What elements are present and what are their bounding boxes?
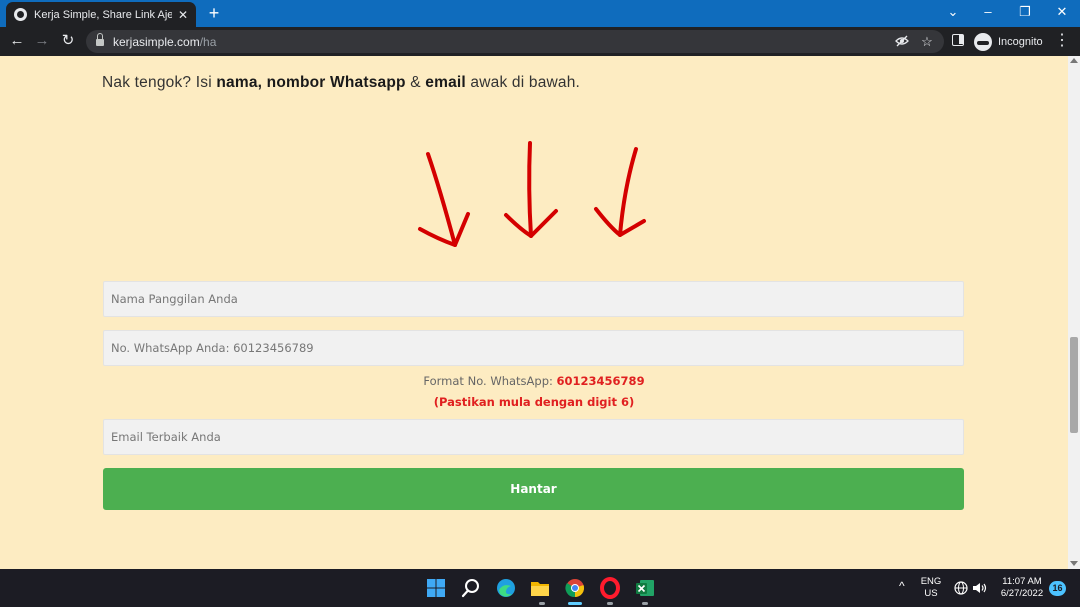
scroll-thumb[interactable] bbox=[1070, 337, 1078, 433]
browser-menu-icon[interactable]: ⋮ bbox=[1054, 30, 1070, 52]
format-label: Format No. WhatsApp: bbox=[423, 374, 557, 388]
url-host: kerjasimple.com bbox=[113, 34, 200, 49]
restore-button[interactable]: ❐ bbox=[1007, 0, 1043, 27]
scroll-down-arrow-icon[interactable] bbox=[1070, 561, 1078, 566]
file-explorer-icon[interactable] bbox=[529, 577, 551, 599]
tracking-protection-eye-icon[interactable] bbox=[894, 34, 910, 50]
search-icon[interactable] bbox=[460, 577, 482, 599]
new-tab-button[interactable]: + bbox=[204, 3, 224, 23]
intro-suffix: awak di bawah. bbox=[465, 74, 581, 91]
close-tab-icon[interactable]: ✕ bbox=[178, 8, 188, 22]
language-indicator[interactable]: ENG US bbox=[918, 576, 944, 600]
bookmark-star-icon[interactable]: ☆ bbox=[919, 34, 935, 50]
keyboard-region: US bbox=[924, 588, 938, 599]
clock[interactable]: 11:07 AM 6/27/2022 bbox=[994, 576, 1050, 600]
email-input[interactable] bbox=[103, 419, 964, 455]
reload-button[interactable]: ↻ bbox=[57, 30, 79, 52]
intro-ampersand: & bbox=[405, 74, 426, 91]
browser-toolbar: ← → ↻ kerjasimple.com/ha ☆ Incognito ⋮ bbox=[0, 27, 1080, 56]
incognito-label: Incognito bbox=[998, 35, 1043, 48]
language-code: ENG bbox=[920, 576, 942, 587]
format-note: (Pastikan mula dengan digit 6) bbox=[433, 395, 635, 409]
excel-running-indicator bbox=[642, 602, 648, 605]
site-favicon-icon bbox=[14, 8, 27, 21]
start-windows-icon[interactable] bbox=[425, 577, 447, 599]
submit-button[interactable]: Hantar bbox=[103, 468, 964, 510]
chrome-icon[interactable] bbox=[564, 577, 586, 599]
page-content: Nak tengok? Isi nama, nombor Whatsapp & … bbox=[0, 56, 1068, 569]
title-bar: Kerja Simple, Share Link Aje – VIP ✕ + ⌄… bbox=[0, 0, 1080, 27]
intro-bold-email: email bbox=[425, 74, 466, 91]
scroll-up-arrow-icon[interactable] bbox=[1070, 58, 1078, 63]
clock-time: 11:07 AM bbox=[1002, 576, 1042, 587]
close-window-button[interactable]: ✕ bbox=[1044, 0, 1080, 27]
incognito-icon bbox=[974, 32, 992, 51]
url-path: /ha bbox=[199, 34, 217, 49]
format-example: 60123456789 bbox=[556, 374, 645, 388]
name-input[interactable] bbox=[103, 281, 964, 317]
minimize-button[interactable]: – bbox=[970, 0, 1006, 27]
excel-icon[interactable] bbox=[634, 577, 656, 599]
tab-title: Kerja Simple, Share Link Aje – VIP bbox=[34, 8, 172, 21]
whatsapp-input[interactable] bbox=[103, 330, 964, 366]
opera-running-indicator bbox=[607, 602, 613, 605]
explorer-running-indicator bbox=[539, 602, 545, 605]
notification-count-badge[interactable]: 16 bbox=[1049, 581, 1066, 596]
incognito-indicator[interactable]: Incognito bbox=[974, 31, 1043, 52]
opera-icon[interactable] bbox=[599, 577, 621, 599]
side-panel-icon[interactable] bbox=[952, 34, 964, 46]
red-arrows-graphic bbox=[418, 141, 646, 247]
show-hidden-icons-chevron-icon[interactable]: ^ bbox=[899, 580, 905, 592]
back-button[interactable]: ← bbox=[6, 30, 28, 52]
tab-search-chevron-icon[interactable]: ⌄ bbox=[935, 0, 971, 27]
volume-icon[interactable] bbox=[972, 581, 988, 595]
clock-date: 6/27/2022 bbox=[1000, 588, 1044, 599]
intro-prefix: Nak tengok? Isi bbox=[102, 74, 217, 91]
network-globe-icon[interactable] bbox=[954, 581, 968, 595]
address-bar[interactable]: kerjasimple.com/ha ☆ bbox=[86, 30, 944, 53]
browser-tab[interactable]: Kerja Simple, Share Link Aje – VIP ✕ bbox=[6, 2, 196, 27]
page-scrollbar[interactable] bbox=[1068, 56, 1080, 569]
chrome-active-indicator bbox=[568, 602, 582, 605]
windows-taskbar: ^ ENG US 11:07 AM 6/27/2022 bbox=[0, 569, 1080, 607]
whatsapp-format-note: (Pastikan mula dengan digit 6) bbox=[0, 395, 1068, 409]
lock-icon[interactable] bbox=[96, 33, 104, 46]
edge-browser-icon[interactable] bbox=[495, 577, 517, 599]
intro-text: Nak tengok? Isi nama, nombor Whatsapp & … bbox=[102, 74, 580, 92]
forward-button[interactable]: → bbox=[31, 30, 53, 52]
intro-bold-fields: nama, nombor Whatsapp bbox=[216, 74, 406, 91]
whatsapp-format-hint: Format No. WhatsApp: 60123456789 bbox=[0, 374, 1068, 388]
